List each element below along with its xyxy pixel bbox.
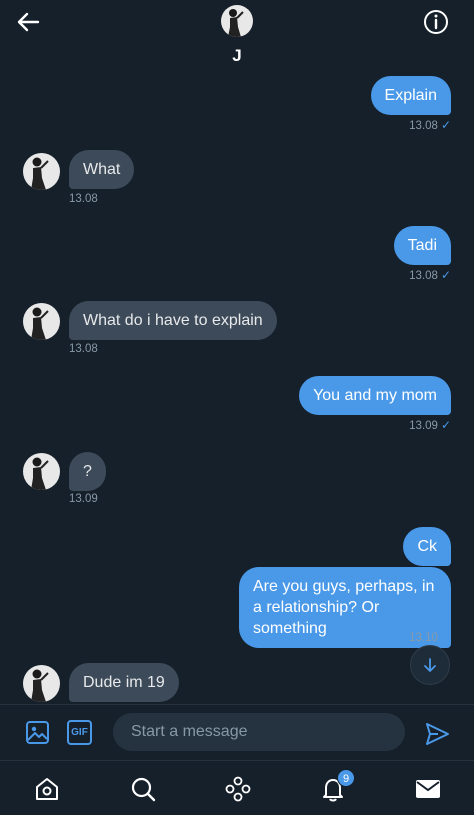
check-icon: ✓ xyxy=(440,118,451,132)
message-timestamp: 13.08 ✓ xyxy=(409,118,451,132)
info-icon[interactable] xyxy=(422,8,450,36)
sender-avatar[interactable] xyxy=(23,665,60,702)
message-composer: GIF xyxy=(0,704,474,760)
contact-name[interactable]: J xyxy=(0,46,474,66)
message-bubble-outgoing[interactable]: Tadi xyxy=(393,226,451,265)
home-icon[interactable] xyxy=(33,775,61,803)
message-bubble-incoming[interactable]: What do i have to explain xyxy=(69,301,277,340)
notifications-badge: 9 xyxy=(337,769,355,787)
message-bubble-incoming[interactable]: ? xyxy=(69,452,106,491)
gif-button[interactable]: GIF xyxy=(67,720,92,745)
scroll-to-bottom-button[interactable] xyxy=(410,645,450,685)
back-arrow-icon[interactable] xyxy=(14,8,42,36)
conversation-header: J xyxy=(0,0,474,72)
image-icon[interactable] xyxy=(25,720,50,745)
bottom-tab-bar: 9 xyxy=(0,760,474,815)
message-timestamp: 13.09 xyxy=(69,493,98,505)
message-bubble-incoming[interactable]: Dude im 19 xyxy=(69,663,179,702)
message-timestamp: 13.08 xyxy=(69,193,98,205)
message-timestamp: 13.08 ✓ xyxy=(409,268,451,282)
message-timestamp: 13.08 xyxy=(69,343,98,355)
message-bubble-outgoing[interactable]: Ck xyxy=(403,527,451,566)
sender-avatar[interactable] xyxy=(23,153,60,190)
sender-avatar[interactable] xyxy=(23,303,60,340)
search-icon[interactable] xyxy=(129,775,157,803)
message-timestamp: 13.09 ✓ xyxy=(409,418,451,432)
contact-avatar[interactable] xyxy=(221,5,253,37)
send-icon[interactable] xyxy=(424,721,450,747)
check-icon: ✓ xyxy=(440,418,451,432)
check-icon: ✓ xyxy=(440,268,451,282)
message-timestamp: 13.10 ✓ xyxy=(409,630,451,644)
arrow-down-icon xyxy=(424,658,436,672)
messages-envelope-icon[interactable] xyxy=(414,775,442,803)
message-bubble-incoming[interactable]: What xyxy=(69,150,135,189)
message-bubble-outgoing[interactable]: You and my mom xyxy=(299,376,451,415)
message-input[interactable] xyxy=(113,713,405,751)
message-bubble-outgoing[interactable]: Explain xyxy=(370,76,451,115)
check-icon: ✓ xyxy=(440,630,451,644)
sender-avatar[interactable] xyxy=(23,453,60,490)
spaces-icon[interactable] xyxy=(224,775,252,803)
